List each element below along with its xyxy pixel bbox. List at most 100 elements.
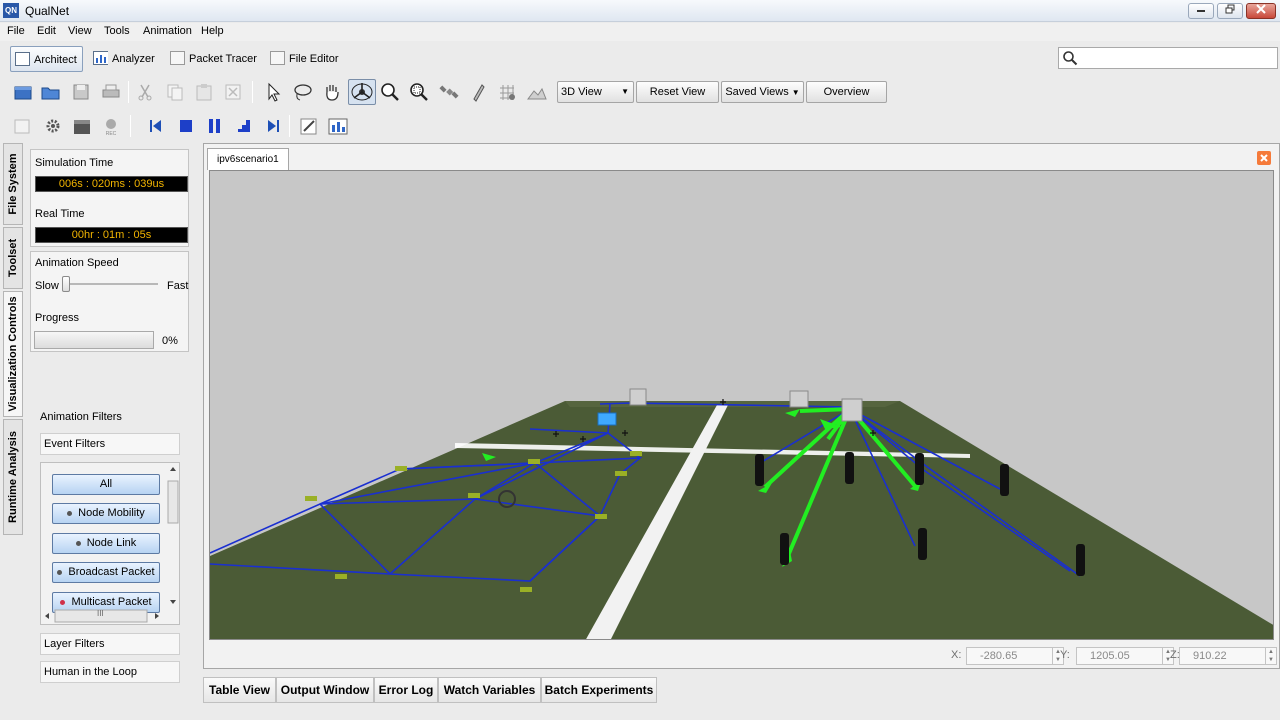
pause-icon[interactable] [204, 116, 226, 136]
select-arrow-icon[interactable] [262, 82, 284, 102]
human-in-the-loop-header[interactable]: Human in the Loop [40, 661, 180, 683]
minimize-button[interactable] [1188, 3, 1214, 19]
terrain-icon[interactable] [526, 82, 548, 102]
paste-icon[interactable] [193, 82, 215, 102]
close-window-button[interactable] [1246, 3, 1276, 19]
multicast-icon [60, 599, 66, 605]
x-coord-field[interactable]: -280.65 ▲ ▼ [966, 647, 1064, 665]
rotate-3d-button[interactable] [348, 79, 376, 105]
new-scenario-icon[interactable] [12, 82, 34, 102]
y-coord-field[interactable]: 1205.05 ▲ ▼ [1076, 647, 1174, 665]
terrain-ground [210, 401, 1273, 639]
filter-node-link-button[interactable]: Node Link [52, 533, 160, 554]
menu-view[interactable]: View [68, 25, 92, 37]
lasso-icon[interactable] [291, 82, 313, 102]
skip-end-icon[interactable] [262, 116, 284, 136]
scrollbar-vertical-glyphs [167, 467, 179, 604]
tab-file-system[interactable]: File System [3, 143, 23, 225]
tab-packet-tracer[interactable]: Packet Tracer [166, 46, 262, 72]
menu-file[interactable]: File [7, 25, 25, 37]
menu-edit[interactable]: Edit [37, 25, 56, 37]
tab-error-log[interactable]: Error Log [374, 677, 438, 703]
filter-vertical-scrollbar[interactable] [166, 463, 179, 608]
statistics-chart-icon[interactable] [327, 116, 349, 136]
speed-fast-label: Fast [167, 280, 189, 292]
time-group: Simulation Time 006s : 020ms : 039us Rea… [30, 149, 189, 247]
edit-properties-icon[interactable] [298, 116, 320, 136]
tab-analyzer[interactable]: Analyzer [89, 46, 160, 72]
stop-icon[interactable] [175, 116, 197, 136]
tab-output-window[interactable]: Output Window [276, 677, 374, 703]
clapperboard-icon[interactable] [71, 116, 93, 136]
menu-animation[interactable]: Animation [143, 25, 192, 37]
z-spinner[interactable]: ▲ ▼ [1265, 648, 1276, 664]
overview-button[interactable]: Overview [806, 81, 887, 103]
scroll-grip: III [97, 609, 104, 618]
view-mode-select[interactable]: 3D View ▼ [557, 81, 634, 103]
gear-icon[interactable] [42, 116, 64, 136]
mobility-icon [67, 510, 73, 516]
layer-filters-header[interactable]: Layer Filters [40, 633, 180, 655]
z-coord-field[interactable]: 910.22 ▲ ▼ [1179, 647, 1277, 665]
tab-batch-experiments[interactable]: Batch Experiments [541, 677, 657, 703]
measure-icon[interactable] [467, 82, 489, 102]
tab-file-editor-label: File Editor [289, 53, 339, 65]
copy-icon[interactable] [164, 82, 186, 102]
tab-packet-tracer-label: Packet Tracer [189, 53, 257, 65]
menu-tools[interactable]: Tools [104, 25, 130, 37]
visualization-controls-panel: Simulation Time 006s : 020ms : 039us Rea… [29, 147, 193, 692]
event-filters-header[interactable]: Event Filters [40, 433, 180, 455]
step-icon[interactable] [233, 116, 255, 136]
speed-slider-track[interactable] [65, 283, 158, 285]
save-icon[interactable] [70, 82, 92, 102]
restore-button[interactable] [1217, 3, 1243, 19]
3d-viewport[interactable] [209, 170, 1274, 640]
event-filter-list: All Node Mobility Node Link Broadcast Pa… [40, 462, 180, 625]
rotate-3d-icon [351, 83, 373, 101]
tab-ipv6scenario1[interactable]: ipv6scenario1 [207, 148, 289, 170]
menu-help[interactable]: Help [201, 25, 224, 37]
tab-toolset-label: Toolset [7, 238, 19, 278]
filter-horizontal-scrollbar[interactable]: III [41, 608, 166, 624]
pan-hand-icon[interactable] [321, 82, 343, 102]
tab-architect[interactable]: Architect [10, 46, 83, 72]
tab-watch-variables[interactable]: Watch Variables [438, 677, 541, 703]
grid-settings-icon[interactable] [497, 82, 519, 102]
filter-node-mobility-label: Node Mobility [78, 507, 145, 519]
filter-all-button[interactable]: All [52, 474, 160, 495]
close-editor-button[interactable] [1257, 151, 1271, 165]
reset-view-button[interactable]: Reset View [636, 81, 719, 103]
svg-text:REC: REC [106, 131, 117, 136]
filter-broadcast-packet-button[interactable]: Broadcast Packet [52, 562, 160, 583]
tab-runtime-analysis[interactable]: Runtime Analysis [3, 419, 23, 535]
speed-slider-thumb[interactable] [62, 276, 70, 292]
open-folder-icon[interactable] [40, 82, 62, 102]
link-icon [75, 540, 81, 546]
print-icon[interactable] [100, 82, 122, 102]
filter-node-mobility-button[interactable]: Node Mobility [52, 503, 160, 524]
delete-icon[interactable] [222, 82, 244, 102]
saved-views-button[interactable]: Saved Views ▼ [721, 81, 804, 103]
coordinate-bar: X: -280.65 ▲ ▼ Y: 1205.05 ▲ ▼ Z: 910.22 ▲ ▼ [204, 645, 1279, 667]
filter-multicast-packet-label: Multicast Packet [71, 596, 152, 608]
tab-visualization-controls[interactable]: Visualization Controls [3, 291, 23, 417]
new-animation-icon[interactable] [12, 116, 34, 136]
y-coord-value: 1205.05 [1090, 650, 1130, 662]
architect-icon [15, 52, 30, 66]
zoom-area-icon[interactable] [408, 82, 430, 102]
record-icon[interactable]: REC [100, 116, 122, 136]
tab-table-view[interactable]: Table View [203, 677, 276, 703]
search-icon [1063, 51, 1078, 66]
progress-value: 0% [162, 335, 178, 347]
satellite-icon[interactable] [438, 82, 460, 102]
cut-icon[interactable] [134, 82, 156, 102]
tab-toolset[interactable]: Toolset [3, 227, 23, 289]
zoom-icon[interactable] [379, 82, 401, 102]
filter-broadcast-packet-label: Broadcast Packet [68, 566, 155, 578]
tab-analyzer-label: Analyzer [112, 53, 155, 65]
x-coord-value: -280.65 [980, 650, 1018, 662]
search-input[interactable] [1058, 47, 1278, 69]
switch-node [597, 412, 617, 426]
tab-file-editor[interactable]: File Editor [266, 46, 344, 72]
skip-start-icon[interactable] [145, 116, 167, 136]
